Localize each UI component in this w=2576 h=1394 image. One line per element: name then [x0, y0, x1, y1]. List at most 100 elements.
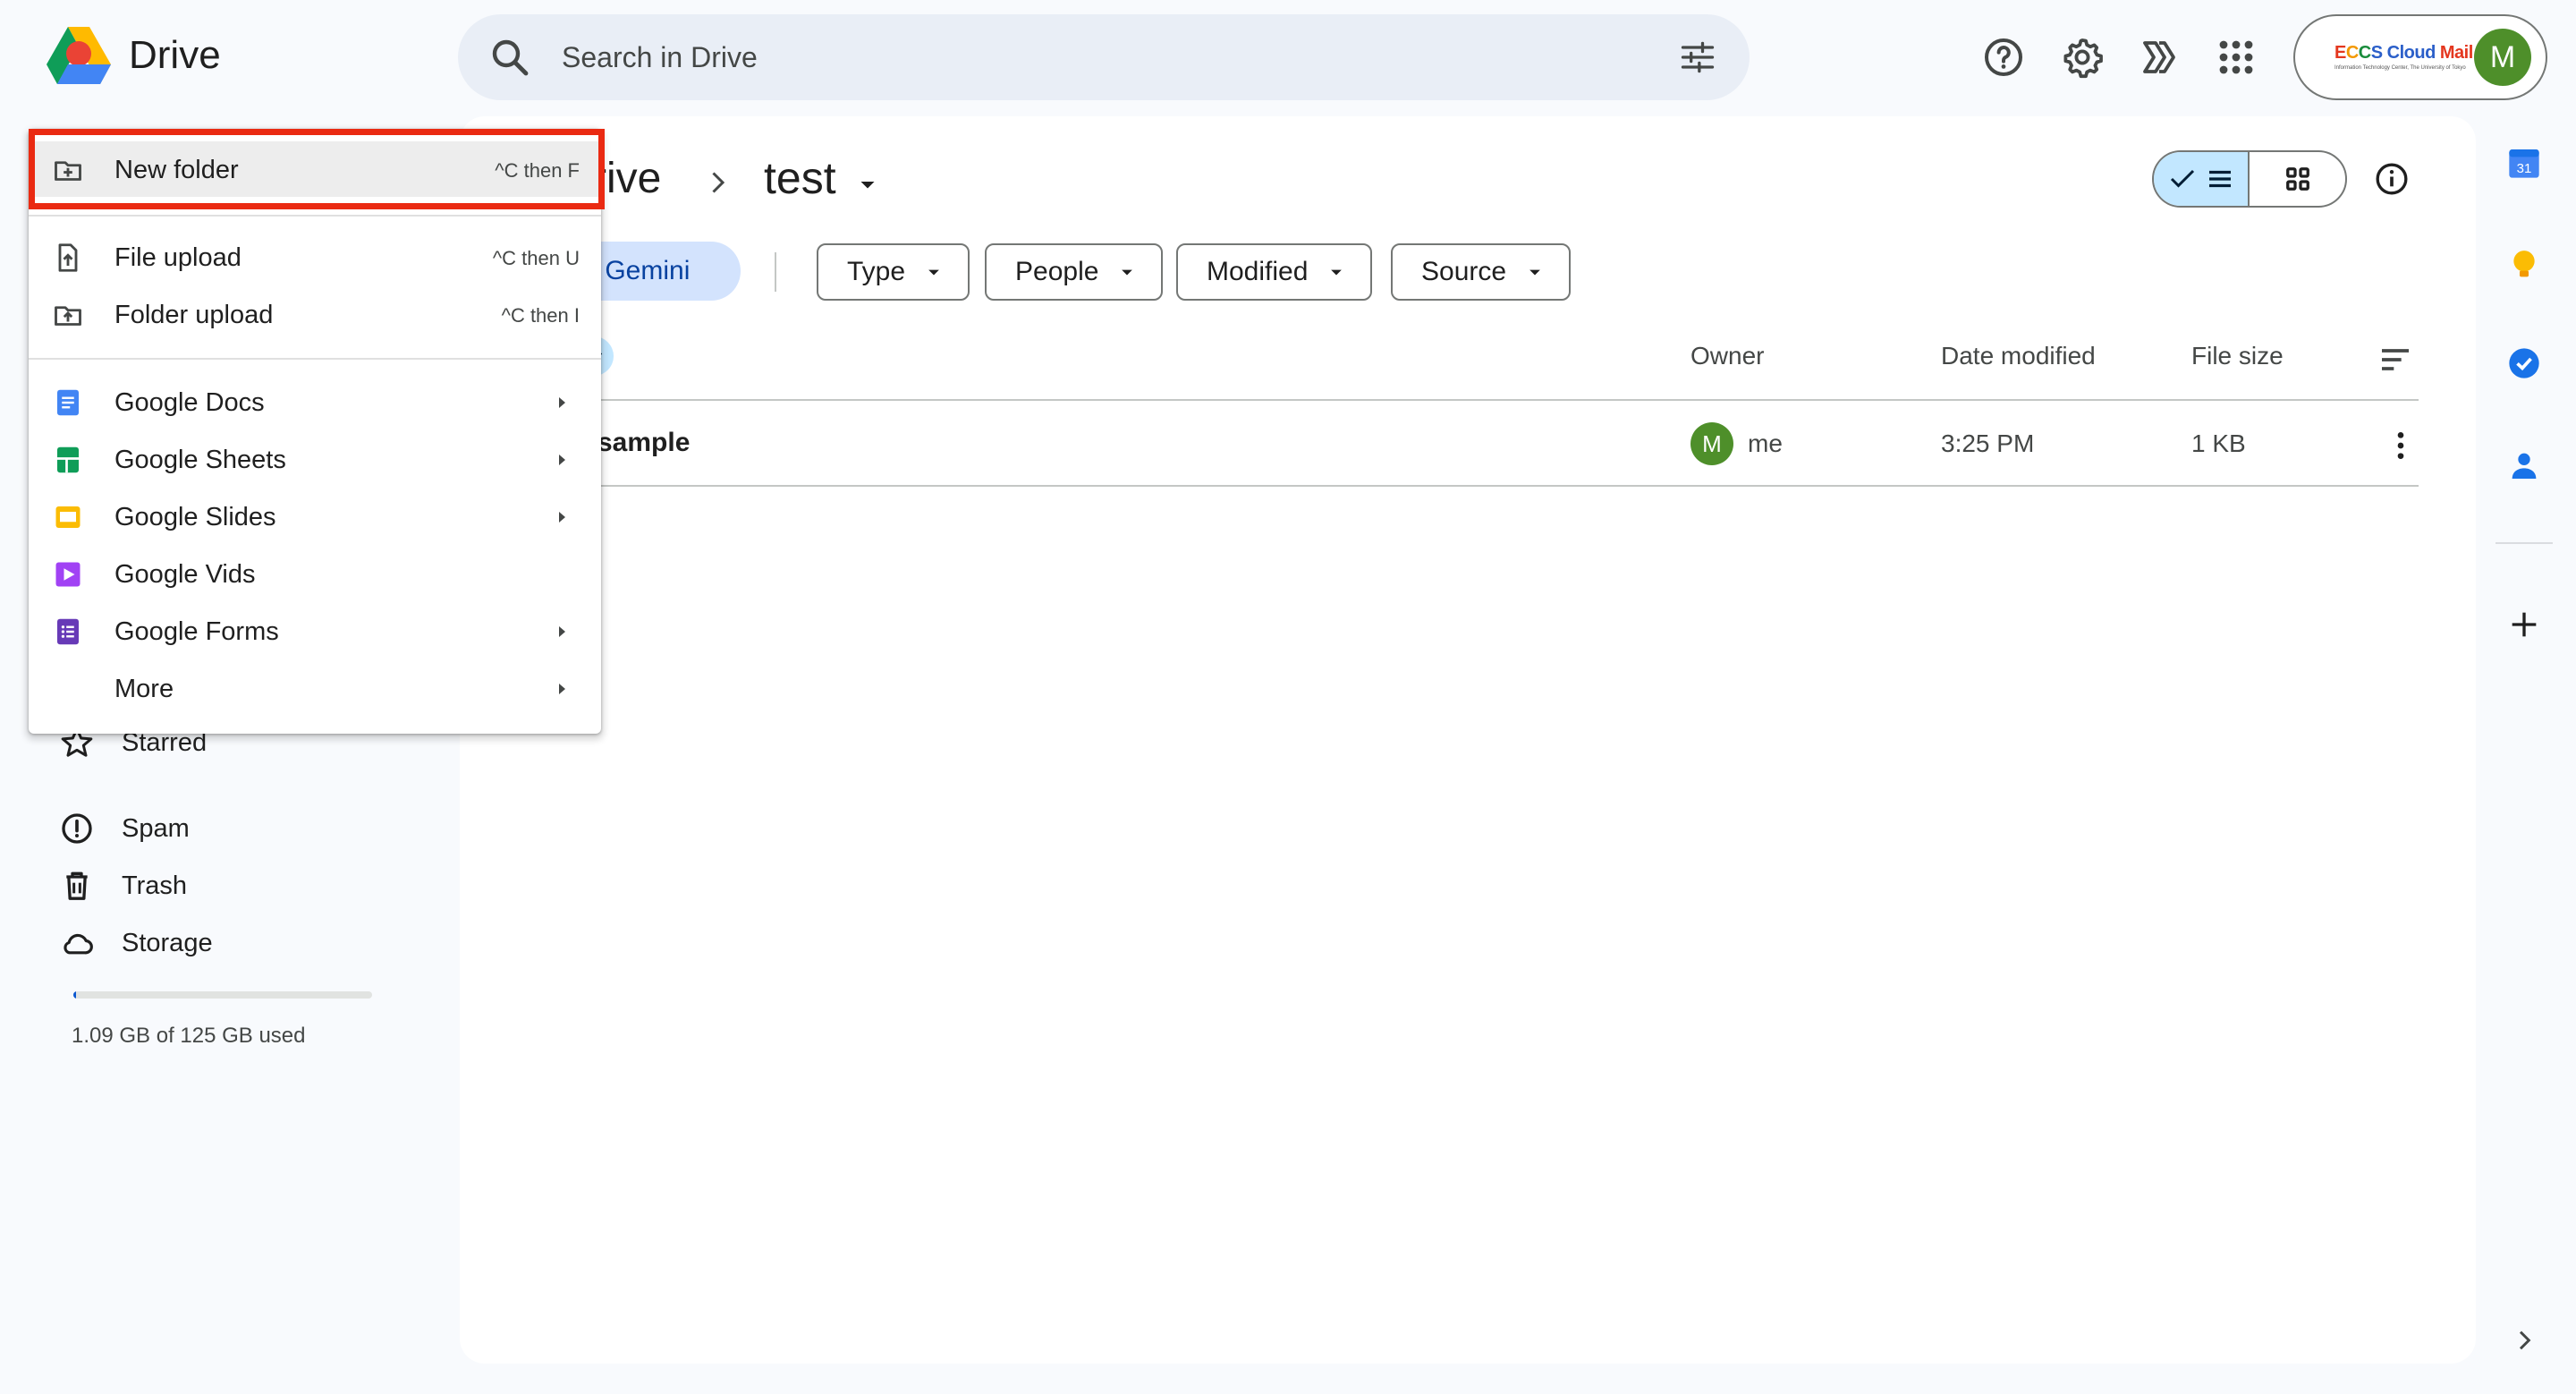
- google-docs-icon: [57, 389, 79, 416]
- row-divider: [549, 485, 2419, 487]
- menu-item-new-folder[interactable]: New folder ^C then F: [29, 141, 601, 197]
- file-size: 1 KB: [2191, 429, 2246, 457]
- grid-view-button[interactable]: [2250, 152, 2345, 206]
- storage-usage-bar: [73, 991, 372, 999]
- column-header-file-size[interactable]: File size: [2191, 342, 2284, 370]
- menu-item-google-forms[interactable]: Google Forms: [29, 603, 601, 660]
- sidebar-item-storage[interactable]: Storage: [59, 925, 213, 961]
- file-name[interactable]: sample: [597, 428, 690, 458]
- top-bar: Drive ECCS: [0, 0, 2576, 116]
- owner-avatar: M: [1690, 422, 1733, 465]
- search-bar[interactable]: [458, 14, 1750, 100]
- google-slides-icon: [55, 506, 80, 528]
- account-switcher[interactable]: ECCS Cloud Mail Information Technology C…: [2293, 14, 2547, 100]
- calendar-icon[interactable]: 31: [2506, 145, 2542, 181]
- storage-usage-text: 1.09 GB of 125 GB used: [72, 1024, 306, 1048]
- menu-item-shortcut: ^C then U: [492, 247, 580, 269]
- filter-modified-chip[interactable]: Modified: [1176, 243, 1373, 301]
- menu-item-google-slides[interactable]: Google Slides: [29, 489, 601, 546]
- google-forms-icon: [57, 618, 79, 645]
- menu-divider: [29, 358, 601, 360]
- chip-label: Source: [1421, 257, 1507, 286]
- chip-label: Modified: [1207, 257, 1309, 286]
- list-view-button[interactable]: [2154, 152, 2250, 206]
- dropdown-caret-icon: [1530, 269, 1540, 276]
- submenu-arrow-icon: [559, 512, 565, 523]
- file-upload-icon: [58, 243, 78, 272]
- filter-type-chip[interactable]: Type: [817, 243, 970, 301]
- gemini-spark-icon[interactable]: [2138, 36, 2181, 79]
- breadcrumb-current-folder[interactable]: test: [764, 152, 836, 204]
- sort-options-icon[interactable]: [2377, 342, 2413, 378]
- contacts-icon[interactable]: [2506, 447, 2542, 483]
- list-icon: [2208, 170, 2231, 188]
- sidebar-item-trash[interactable]: Trash: [59, 868, 187, 904]
- sidebar-item-label: Storage: [122, 928, 213, 957]
- main-content: rive test sk Gemini Type People Modified…: [460, 116, 2476, 1364]
- chip-label: Type: [847, 257, 906, 286]
- help-icon[interactable]: [1982, 36, 2025, 79]
- new-item-menu: New folder ^C then F File upload ^C then…: [29, 129, 601, 734]
- expand-panel-chevron-icon[interactable]: [2510, 1326, 2538, 1355]
- column-header-date-modified[interactable]: Date modified: [1941, 342, 2096, 370]
- rail-divider: [2496, 542, 2553, 544]
- menu-divider: [29, 215, 601, 217]
- menu-item-google-docs[interactable]: Google Docs: [29, 374, 601, 431]
- menu-item-label: Folder upload: [114, 301, 274, 329]
- column-header-owner[interactable]: Owner: [1690, 342, 1764, 370]
- tasks-icon[interactable]: [2506, 345, 2542, 381]
- details-info-icon[interactable]: [2374, 161, 2410, 197]
- settings-gear-icon[interactable]: [2061, 36, 2104, 79]
- apps-grid-icon[interactable]: [2215, 36, 2258, 79]
- menu-item-file-upload[interactable]: File upload ^C then U: [29, 229, 601, 286]
- menu-item-label: More: [114, 675, 174, 703]
- drive-logo[interactable]: Drive: [47, 27, 221, 84]
- sidebar-item-label: Spam: [122, 813, 190, 843]
- search-options-icon[interactable]: [1678, 38, 1717, 77]
- filter-people-chip[interactable]: People: [985, 243, 1164, 301]
- more-actions-icon[interactable]: [2383, 428, 2419, 463]
- menu-item-label: New folder: [114, 156, 239, 184]
- chip-divider: [775, 252, 776, 292]
- breadcrumb-parent[interactable]: rive: [592, 154, 661, 203]
- filter-source-chip[interactable]: Source: [1391, 243, 1572, 301]
- sidebar-item-spam[interactable]: Spam: [59, 811, 190, 846]
- google-vids-icon: [55, 562, 80, 587]
- chip-label: People: [1015, 257, 1099, 286]
- chevron-right-icon: [712, 172, 725, 193]
- menu-item-folder-upload[interactable]: Folder upload ^C then I: [29, 286, 601, 344]
- grid-icon: [2285, 167, 2309, 191]
- submenu-arrow-icon: [559, 684, 565, 694]
- menu-item-label: Google Slides: [114, 503, 276, 531]
- menu-item-label: Google Docs: [114, 388, 265, 417]
- account-brand-logo: ECCS Cloud Mail Information Technology C…: [2334, 43, 2473, 71]
- account-brand-subtitle: Information Technology Center, The Unive…: [2334, 65, 2466, 71]
- google-sheets-icon: [57, 446, 79, 473]
- new-folder-icon: [55, 161, 81, 181]
- dropdown-caret-icon: [1331, 269, 1343, 276]
- app-name: Drive: [129, 33, 221, 77]
- menu-item-more[interactable]: More: [29, 660, 601, 718]
- file-owner: me: [1748, 429, 1783, 457]
- sidebar-item-label: Trash: [122, 871, 188, 900]
- filter-chips: sk Gemini Type People Modified Source: [460, 242, 2476, 301]
- keep-icon[interactable]: [2506, 247, 2542, 283]
- submenu-arrow-icon: [559, 626, 565, 637]
- account-avatar[interactable]: M: [2474, 29, 2531, 86]
- drive-logo-icon: [47, 27, 111, 84]
- menu-item-label: Google Sheets: [114, 446, 286, 474]
- search-icon[interactable]: [488, 36, 531, 79]
- submenu-arrow-icon: [559, 397, 565, 408]
- folder-upload-icon: [55, 306, 81, 326]
- spam-icon: [62, 813, 92, 844]
- folder-menu-caret-icon[interactable]: [852, 168, 884, 200]
- calendar-day-label: 31: [2517, 161, 2532, 176]
- header-divider: [549, 399, 2419, 401]
- menu-item-shortcut: ^C then F: [495, 159, 580, 182]
- search-input[interactable]: [562, 40, 1635, 74]
- file-date-modified: 3:25 PM: [1941, 429, 2035, 457]
- trash-icon: [66, 871, 88, 900]
- menu-item-google-sheets[interactable]: Google Sheets: [29, 431, 601, 489]
- add-addon-icon[interactable]: [2506, 607, 2542, 642]
- menu-item-google-vids[interactable]: Google Vids: [29, 546, 601, 603]
